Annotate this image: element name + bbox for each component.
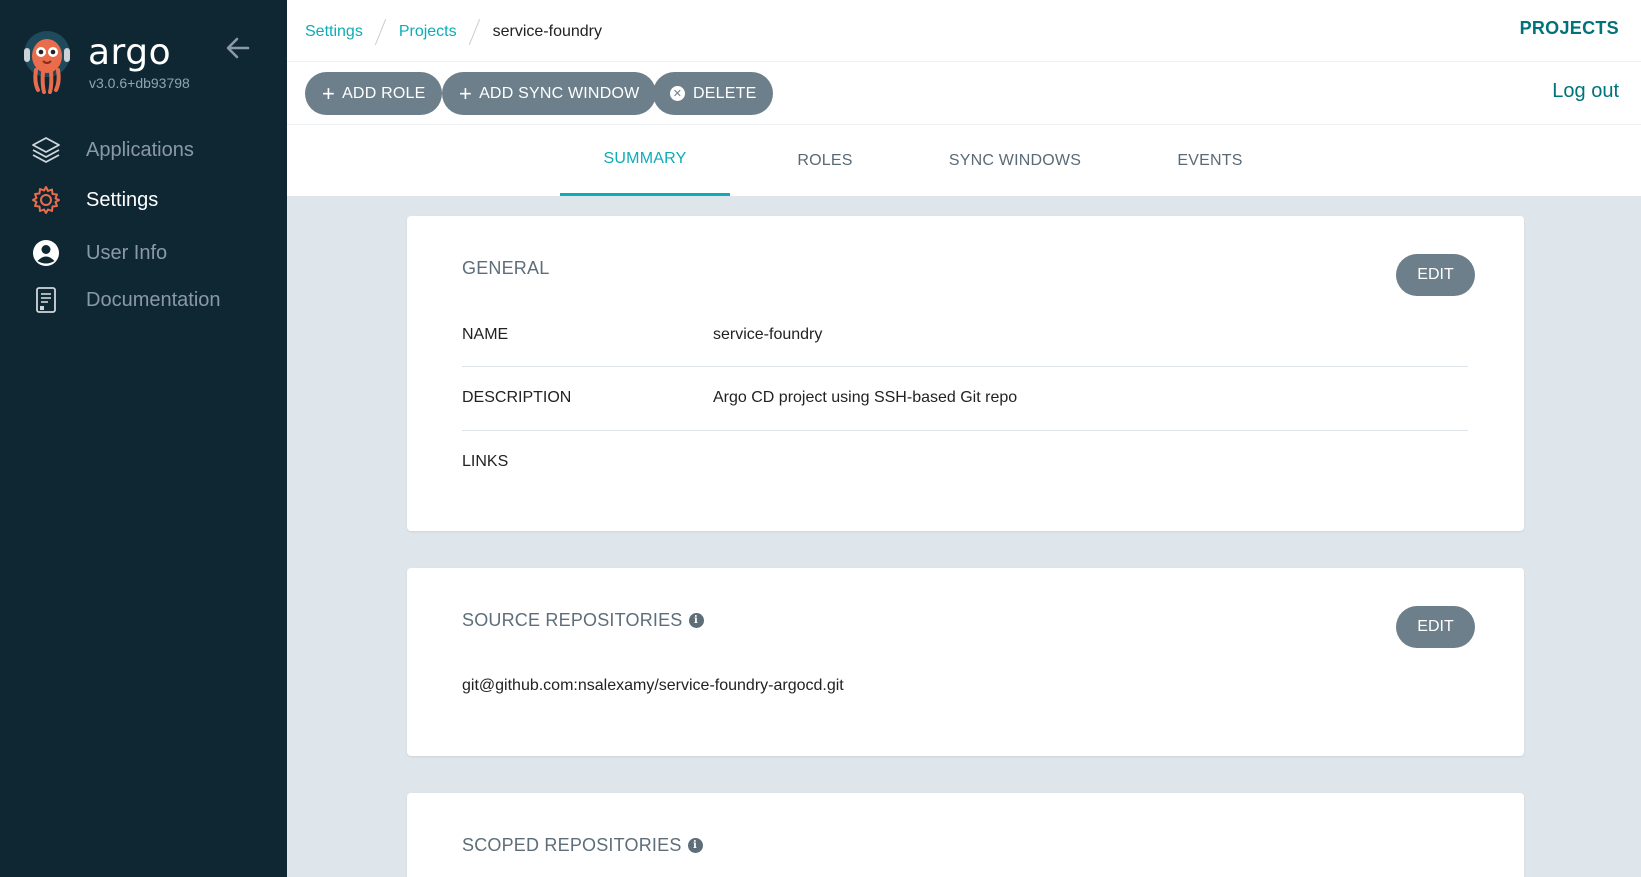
source-repository-item: git@github.com:nsalexamy/service-foundry… — [462, 677, 844, 694]
close-circle-icon: ✕ — [670, 86, 685, 101]
sidebar: argo v3.0.6+db93798 Applications Setting… — [0, 0, 287, 877]
general-row-description: DESCRIPTION Argo CD project using SSH-ba… — [462, 389, 1468, 452]
brand-name: argo — [88, 32, 172, 73]
info-icon[interactable]: i — [688, 613, 704, 628]
edit-source-repositories-button[interactable]: EDIT — [1396, 606, 1475, 648]
version-label: v3.0.6+db93798 — [89, 75, 190, 91]
add-sync-window-button[interactable]: + ADD SYNC WINDOW — [442, 72, 657, 115]
tab-summary[interactable]: SUMMARY — [560, 125, 730, 196]
row-value: Argo CD project using SSH-based Git repo — [713, 389, 1018, 406]
source-repositories-card: SOURCE REPOSITORIES i EDIT git@github.co… — [407, 568, 1524, 756]
add-role-button[interactable]: + ADD ROLE — [305, 72, 443, 115]
general-card: GENERAL EDIT NAME service-foundry DESCRI… — [407, 216, 1524, 531]
card-title: SOURCE REPOSITORIES i — [462, 610, 704, 631]
plus-icon: + — [459, 80, 473, 106]
book-icon — [30, 284, 62, 316]
sidebar-item-settings[interactable]: Settings — [0, 178, 287, 222]
breadcrumb-projects[interactable]: Projects — [399, 23, 457, 41]
row-value: service-foundry — [713, 326, 823, 343]
argo-logo-icon[interactable] — [22, 30, 72, 94]
card-title-text: SOURCE REPOSITORIES — [462, 610, 683, 630]
tab-sync-windows[interactable]: SYNC WINDOWS — [920, 125, 1110, 196]
general-row-links: LINKS — [462, 453, 1468, 516]
gear-icon — [30, 184, 62, 216]
breadcrumb: Settings Projects service-foundry — [305, 19, 602, 45]
delete-button[interactable]: ✕ DELETE — [653, 72, 774, 115]
breadcrumb-current: service-foundry — [492, 23, 602, 40]
user-icon — [30, 237, 62, 269]
button-label: ADD ROLE — [342, 84, 426, 102]
card-title: GENERAL — [462, 258, 550, 278]
sidebar-item-label: Documentation — [86, 288, 221, 311]
row-key: LINKS — [462, 453, 509, 470]
collapse-sidebar-arrow-icon[interactable] — [224, 34, 252, 62]
tab-events[interactable]: EVENTS — [1140, 125, 1280, 196]
divider — [462, 366, 1468, 367]
logout-link[interactable]: Log out — [1552, 80, 1619, 103]
sidebar-item-label: Applications — [86, 138, 194, 161]
sidebar-item-documentation[interactable]: Documentation — [0, 278, 287, 322]
plus-icon: + — [322, 80, 336, 106]
tab-bar: SUMMARY ROLES SYNC WINDOWS EVENTS — [287, 125, 1641, 196]
edit-general-button[interactable]: EDIT — [1396, 254, 1475, 296]
page-title: PROJECTS — [1519, 18, 1619, 38]
layers-icon — [30, 134, 62, 166]
sidebar-item-user-info[interactable]: User Info — [0, 231, 287, 275]
sidebar-item-applications[interactable]: Applications — [0, 128, 287, 172]
row-key: DESCRIPTION — [462, 389, 572, 406]
breadcrumb-separator — [469, 19, 481, 45]
scoped-repositories-card: SCOPED REPOSITORIES i — [407, 793, 1524, 877]
sidebar-item-label: Settings — [86, 188, 159, 211]
breadcrumb-separator — [375, 19, 387, 45]
top-bar: Settings Projects service-foundry PROJEC… — [287, 0, 1641, 62]
sidebar-item-label: User Info — [86, 241, 168, 264]
breadcrumb-settings[interactable]: Settings — [305, 23, 363, 41]
divider — [462, 430, 1468, 431]
action-bar: + ADD ROLE + ADD SYNC WINDOW ✕ DELETE Lo… — [287, 62, 1641, 125]
card-title-text: SCOPED REPOSITORIES — [462, 835, 682, 855]
info-icon[interactable]: i — [687, 838, 703, 853]
tab-roles[interactable]: ROLES — [760, 125, 890, 196]
general-row-name: NAME service-foundry — [462, 326, 1468, 389]
button-label: DELETE — [693, 84, 757, 102]
card-title: SCOPED REPOSITORIES i — [462, 835, 703, 856]
row-key: NAME — [462, 326, 509, 343]
button-label: ADD SYNC WINDOW — [479, 84, 640, 102]
